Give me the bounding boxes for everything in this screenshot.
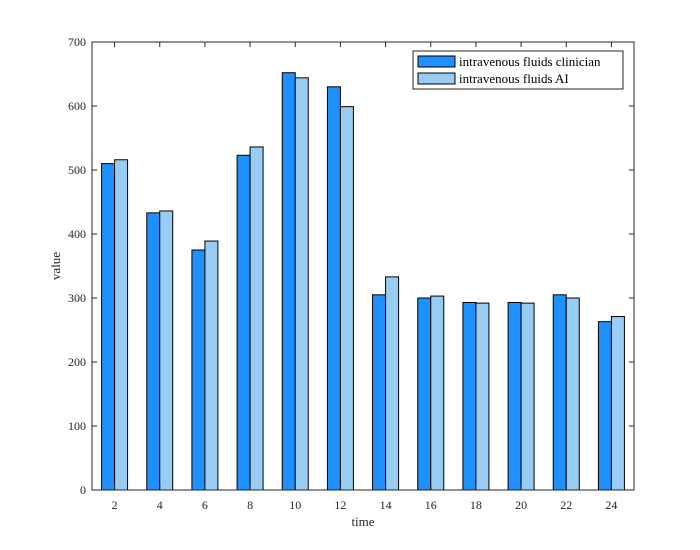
x-tick-label-22: 22	[560, 498, 572, 512]
y-tick-label-100: 100	[68, 419, 86, 433]
x-tick-label-10: 10	[289, 498, 301, 512]
x-tick-label-2: 2	[112, 498, 118, 512]
x-tick-label-14: 14	[380, 498, 392, 512]
y-tick-label-0: 0	[80, 483, 86, 497]
bar-clinician-t14	[372, 294, 387, 491]
bar-clinician-t16	[417, 297, 432, 491]
y-tick-label-400: 400	[68, 227, 86, 241]
bar-ai-t20	[520, 302, 535, 491]
bar-clinician-t22	[552, 294, 567, 491]
bar-clinician-t18	[462, 301, 477, 491]
bar-clinician-t12	[326, 86, 341, 491]
legend-swatch-ai	[417, 72, 456, 85]
bar-clinician-t10	[281, 72, 296, 491]
y-tick-label-300: 300	[68, 291, 86, 305]
x-tick-label-18: 18	[470, 498, 482, 512]
x-tick-label-12: 12	[334, 498, 346, 512]
bar-clinician-t8	[236, 154, 251, 491]
x-tick-label-6: 6	[202, 498, 208, 512]
bar-chart: 0100200300400500600700 2 4 6 8 10 12 14 16 18 20 2…	[48, 35, 635, 529]
bar-ai-t16	[430, 295, 445, 491]
bar-ai-t10	[294, 77, 309, 491]
bar-clinician-t20	[507, 301, 522, 491]
x-tick-label-8: 8	[247, 498, 253, 512]
y-axis-label: value	[48, 252, 63, 280]
plot-area-background	[92, 42, 634, 490]
bar-ai-t6	[204, 240, 219, 491]
bar-ai-t4	[159, 210, 174, 491]
x-tick-label-20: 20	[515, 498, 527, 512]
bar-ai-t12	[339, 106, 354, 491]
x-tick-label-4: 4	[157, 498, 163, 512]
legend-label-ai: intravenous fluids AI	[459, 71, 569, 86]
y-tick-label-500: 500	[68, 163, 86, 177]
y-tick-label-200: 200	[68, 355, 86, 369]
x-axis-label: time	[351, 514, 374, 529]
x-tick-label-16: 16	[425, 498, 437, 512]
bar-clinician-t6	[191, 249, 206, 491]
y-tick-label-600: 600	[68, 99, 86, 113]
legend-label-clinician: intravenous fluids clinician	[459, 54, 601, 69]
x-tick-label-24: 24	[605, 498, 617, 512]
bar-clinician-t24	[597, 321, 612, 491]
bar-clinician-t2	[101, 163, 116, 491]
bar-ai-t8	[249, 146, 264, 491]
y-tick-label-700: 700	[68, 35, 86, 49]
bar-ai-t22	[565, 297, 580, 491]
bar-ai-t18	[475, 302, 490, 491]
bar-ai-t14	[385, 276, 400, 491]
bar-ai-t2	[114, 159, 129, 491]
legend: intravenous fluids clinician intravenous…	[412, 50, 624, 90]
chart-container: 0 100 200 300 400 500 600 700 2 4 6 8 10 12 14 16 18 20 2…	[0, 0, 700, 550]
legend-swatch-clinician	[417, 55, 456, 68]
bar-clinician-t4	[146, 212, 161, 491]
bar-ai-t24	[610, 316, 625, 491]
